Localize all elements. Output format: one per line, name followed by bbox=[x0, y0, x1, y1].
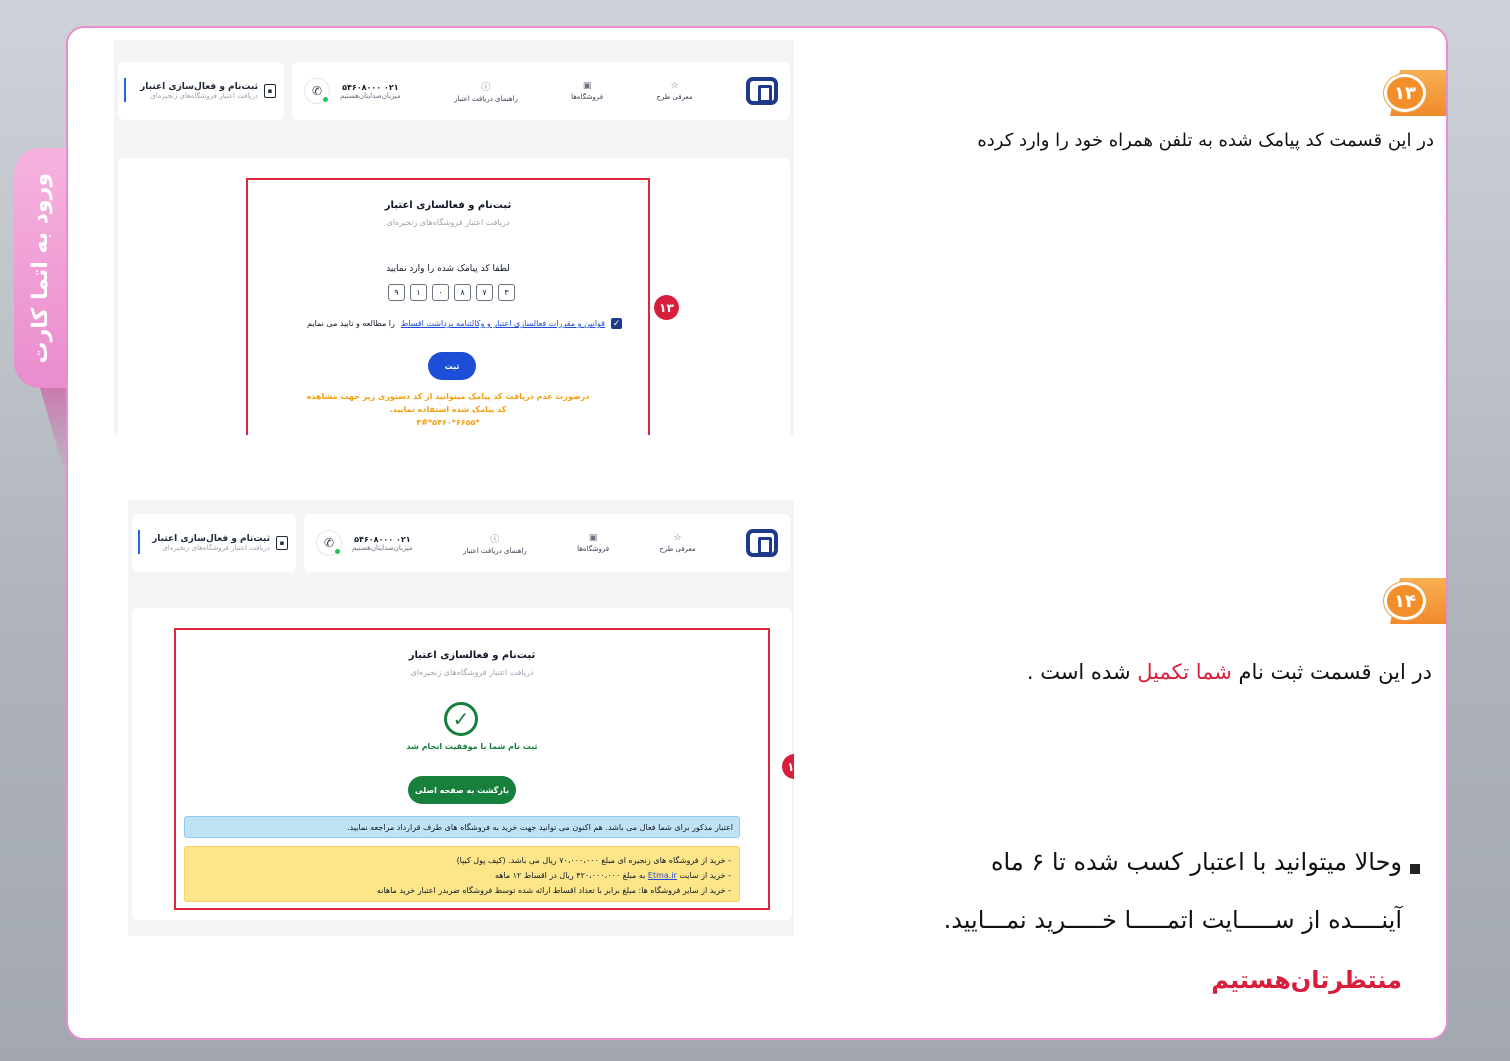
step-13-text: در این قسمت کد پیامک شده به تلفن همراه خ… bbox=[977, 130, 1434, 151]
nav-stores[interactable]: ▣ فروشگاه‌ها bbox=[571, 81, 603, 101]
phone-icon[interactable]: ✆ bbox=[316, 530, 342, 556]
etma-link[interactable]: Etma.ir bbox=[648, 871, 677, 880]
submit-button[interactable]: ثبت bbox=[428, 352, 476, 380]
brand-logo[interactable] bbox=[745, 529, 778, 557]
step-badge-13: ۱۳ bbox=[654, 295, 679, 320]
nav-guide[interactable]: ⓘ راهنمای دریافت اعتبار bbox=[454, 80, 518, 103]
success-message: ثبت نام شما با موفقیت انجام شد bbox=[406, 742, 538, 751]
store-icon: ▣ bbox=[588, 533, 598, 543]
form-title: ثبت‌نام و فعالسازی اعتبار bbox=[384, 200, 512, 211]
closing-signoff: منتظرتان‌هستیم bbox=[1211, 966, 1402, 994]
step-number: ۱۳ bbox=[1384, 74, 1426, 112]
side-tab[interactable]: ورود به اتما کارت bbox=[14, 148, 66, 388]
phone-number: ۰۲۱ ۵۴۶۰۸۰۰۰ bbox=[342, 82, 399, 92]
main-nav: ✆ ۰۲۱ ۵۴۶۰۸۰۰۰ میزبان‌صدایتان‌هستیم ⓘ راه… bbox=[292, 62, 790, 120]
otp-digit[interactable]: ۱ bbox=[410, 284, 427, 301]
side-tab-label: ورود به اتما کارت bbox=[27, 172, 53, 364]
nav-guide[interactable]: ⓘ راهنمای دریافت اعتبار bbox=[463, 532, 527, 555]
otp-digit[interactable]: ۸ bbox=[454, 284, 471, 301]
terms-row: ✓ قوانین و مقررات فعالسازی اعتبار و وکال… bbox=[307, 318, 622, 329]
bullet-icon bbox=[1410, 864, 1420, 874]
content-card: ثبت‌نام و فعال‌سازی اعتبار دریافت اعتبار… bbox=[66, 26, 1448, 1040]
register-subtitle: دریافت اعتبار فروشگاه‌های زنجیره‌ای bbox=[150, 92, 258, 100]
register-title: ثبت‌نام و فعال‌سازی اعتبار bbox=[152, 534, 270, 544]
closing-line-2: آینــــده از ســـــایت اتمـــــا خـــــر… bbox=[943, 906, 1402, 934]
step-marker-14: ۱۴ bbox=[1384, 578, 1446, 624]
highlight-text: شما تکمیل bbox=[1137, 660, 1232, 684]
side-tab-shadow bbox=[40, 388, 66, 478]
terms-checkbox[interactable]: ✓ bbox=[611, 318, 622, 329]
register-header-box[interactable]: ثبت‌نام و فعال‌سازی اعتبار دریافت اعتبار… bbox=[132, 514, 296, 572]
info-alert: اعتبار مذکور برای شما فعال می باشد. هم ا… bbox=[184, 816, 740, 838]
credit-line-1: - خرید از فروشگاه های زنجیره ای مبلغ ۷۰،… bbox=[456, 856, 731, 865]
closing-line-1: وحالا میتوانید با اعتبار کسب شده تا ۶ ما… bbox=[990, 848, 1402, 876]
otp-digit[interactable]: ۰ bbox=[432, 284, 449, 301]
otp-input[interactable]: ۹ ۱ ۰ ۸ ۷ ۳ bbox=[388, 284, 515, 301]
sms-fallback-note: درصورت عدم دریافت کد پیامک میتوانید از ک… bbox=[306, 392, 590, 427]
form-subtitle: دریافت اعتبار فروشگاه‌های زنجیره‌ای bbox=[410, 668, 534, 677]
screenshot-success: ثبت‌نام و فعال‌سازی اعتبار دریافت اعتبار… bbox=[128, 500, 794, 936]
form-title: ثبت‌نام و فعالسازی اعتبار bbox=[408, 650, 536, 661]
main-nav: ✆ ۰۲۱ ۵۴۶۰۸۰۰۰ میزبان‌صدایتان‌هستیم ⓘ راه… bbox=[304, 514, 790, 572]
credit-details-alert: - خرید از فروشگاه های زنجیره ای مبلغ ۷۰،… bbox=[184, 846, 740, 902]
phone-number: ۰۲۱ ۵۴۶۰۸۰۰۰ bbox=[354, 534, 411, 544]
nav-stores[interactable]: ▣ فروشگاه‌ها bbox=[577, 533, 609, 553]
success-highlight-box: ثبت‌نام و فعالسازی اعتبار دریافت اعتبار … bbox=[174, 628, 770, 910]
otp-label: لطفا کد پیامک شده را وارد نمایید bbox=[386, 264, 510, 274]
id-card-icon: ▪ bbox=[276, 536, 288, 550]
id-card-icon: ▪ bbox=[264, 84, 276, 98]
register-header-box[interactable]: ثبت‌نام و فعال‌سازی اعتبار دریافت اعتبار… bbox=[118, 62, 284, 120]
otp-digit[interactable]: ۷ bbox=[476, 284, 493, 301]
brand-logo[interactable] bbox=[745, 77, 778, 105]
form-subtitle: دریافت اعتبار فروشگاه‌های زنجیره‌ای bbox=[386, 218, 510, 227]
step-14-text: در این قسمت ثبت نام شما تکمیل شده است . bbox=[1026, 660, 1432, 684]
terms-text: را مطالعه و تایید می نمایم bbox=[307, 319, 395, 328]
nav-intro[interactable]: ☆ معرفی طرح bbox=[659, 533, 695, 553]
phone-icon[interactable]: ✆ bbox=[304, 78, 330, 104]
phone-label: میزبان‌صدایتان‌هستیم bbox=[340, 91, 401, 100]
star-icon: ☆ bbox=[670, 81, 679, 91]
register-title: ثبت‌نام و فعال‌سازی اعتبار bbox=[140, 82, 258, 92]
step-number: ۱۴ bbox=[1384, 582, 1426, 620]
register-subtitle: دریافت اعتبار فروشگاه‌های زنجیره‌ای bbox=[162, 544, 270, 552]
credit-line-2: - خرید از سایت Etma.ir به مبلغ ۴۲۰،۰۰۰،۰… bbox=[494, 871, 731, 880]
store-icon: ▣ bbox=[582, 81, 592, 91]
info-icon: ⓘ bbox=[481, 82, 491, 93]
check-circle-icon: ✓ bbox=[444, 702, 478, 736]
back-home-button[interactable]: بازگشت به صفحه اصلی bbox=[408, 776, 516, 804]
accent-bar bbox=[138, 530, 140, 554]
info-icon: ⓘ bbox=[490, 534, 500, 545]
star-icon: ☆ bbox=[673, 533, 682, 543]
accent-bar bbox=[124, 78, 126, 102]
otp-highlight-box: ثبت‌نام و فعالسازی اعتبار دریافت اعتبار … bbox=[246, 178, 650, 435]
otp-digit[interactable]: ۹ bbox=[388, 284, 405, 301]
credit-line-3: - خرید از سایر فروشگاه ها: مبلغ برابر با… bbox=[376, 886, 731, 895]
terms-link[interactable]: قوانین و مقررات فعالسازی اعتبار و وکالتن… bbox=[401, 319, 605, 328]
nav-intro[interactable]: ☆ معرفی طرح bbox=[656, 81, 692, 101]
step-marker-13: ۱۳ bbox=[1384, 70, 1446, 116]
phone-label: میزبان‌صدایتان‌هستیم bbox=[352, 543, 413, 552]
screenshot-otp: ثبت‌نام و فعال‌سازی اعتبار دریافت اعتبار… bbox=[114, 40, 794, 435]
otp-digit[interactable]: ۳ bbox=[498, 284, 515, 301]
